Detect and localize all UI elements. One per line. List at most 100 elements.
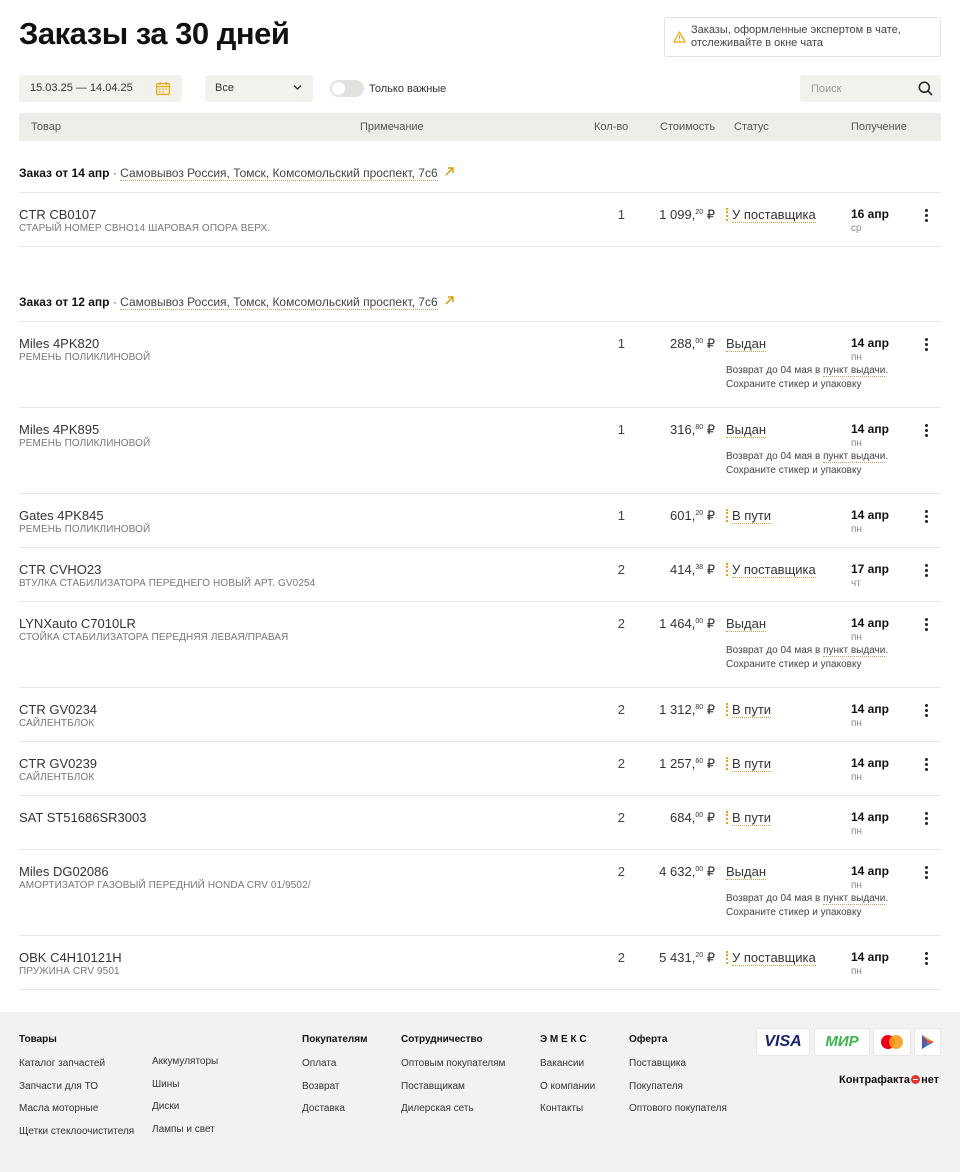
product-name[interactable]: CTR GV0239	[19, 756, 97, 771]
status[interactable]: В пути	[726, 756, 772, 772]
pickup-point-link[interactable]: пункт выдачи	[823, 893, 886, 905]
price-main: 1 257,	[659, 756, 696, 771]
price-main: 414,	[670, 562, 696, 577]
divider	[19, 935, 941, 936]
footer-link[interactable]: Возврат	[302, 1081, 368, 1104]
pickup-point-link[interactable]: пункт выдачи	[823, 645, 886, 657]
receive-weekday: пн	[851, 438, 862, 449]
currency: ₽	[703, 508, 715, 523]
currency: ₽	[703, 616, 715, 631]
footer-link[interactable]: Поставщика	[629, 1058, 727, 1081]
footer-link[interactable]: Диски	[152, 1101, 218, 1124]
pickup-address-link[interactable]: Самовывоз Россия, Томск, Комсомольский п…	[120, 295, 438, 310]
product-name[interactable]: OBK C4H10121H	[19, 950, 122, 965]
currency: ₽	[703, 810, 715, 825]
more-options-icon[interactable]	[917, 422, 937, 438]
product-name[interactable]: CTR GV0234	[19, 702, 97, 717]
footer-link[interactable]: Дилерская сеть	[401, 1103, 505, 1126]
pickup-point-link[interactable]: пункт выдачи	[823, 365, 886, 377]
footer-link[interactable]: Вакансии	[540, 1058, 595, 1081]
footer-link[interactable]: Шины	[152, 1079, 218, 1102]
footer-link[interactable]: Оплата	[302, 1058, 368, 1081]
return-deadline: Возврат до 04 мая в пункт выдачи.	[726, 450, 888, 464]
status[interactable]: У поставщика	[726, 950, 816, 966]
price: 1 257,60 ₽	[619, 756, 715, 772]
important-only-toggle[interactable]	[330, 80, 364, 97]
price-cents: 60	[695, 758, 704, 765]
return-hint: Сохраните стикер и упаковку	[726, 465, 862, 476]
footer-link[interactable]: Аккумуляторы	[152, 1056, 218, 1079]
search-input[interactable]: Поиск	[800, 75, 941, 102]
footer-link[interactable]: Запчасти для ТО	[19, 1081, 134, 1104]
more-options-icon[interactable]	[917, 336, 937, 352]
product-name[interactable]: LYNXauto C7010LR	[19, 616, 136, 631]
footer-link[interactable]: Покупателя	[629, 1081, 727, 1104]
product-note: РЕМЕНЬ ПОЛИКЛИНОВОЙ	[19, 524, 151, 535]
footer-link[interactable]: Оптового покупателя	[629, 1103, 727, 1126]
footer-link[interactable]: Доставка	[302, 1103, 368, 1126]
receive-weekday: пн	[851, 966, 862, 977]
footer-link[interactable]: Лампы и свет	[152, 1124, 218, 1147]
footer-link[interactable]: Щетки стеклоочистителя	[19, 1126, 134, 1149]
status[interactable]: Выдан	[726, 422, 767, 438]
order-date: Заказ от 14 апр	[19, 166, 110, 180]
return-info: Возврат до 04 мая в пункт выдачи. Сохрани…	[726, 450, 888, 478]
pickup-address-link[interactable]: Самовывоз Россия, Томск, Комсомольский п…	[120, 166, 438, 181]
price-main: 1 099,	[659, 207, 696, 222]
footer-link[interactable]: Масла моторные	[19, 1103, 134, 1126]
search-icon[interactable]	[918, 81, 933, 96]
more-options-icon[interactable]	[917, 864, 937, 880]
date-range-picker[interactable]: 15.03.25 — 14.04.25	[19, 75, 182, 102]
product-name[interactable]: Miles 4PK895	[19, 422, 99, 437]
return-deadline: Возврат до 04 мая в пункт выдачи.	[726, 892, 888, 906]
more-options-icon[interactable]	[917, 810, 937, 826]
product-name[interactable]: CTR CB0107	[19, 207, 96, 222]
receive-weekday: пн	[851, 352, 862, 363]
status[interactable]: У поставщика	[726, 562, 816, 578]
receive-date: 17 апр	[851, 562, 889, 576]
status[interactable]: Выдан	[726, 336, 767, 352]
return-info: Возврат до 04 мая в пункт выдачи. Сохрани…	[726, 364, 888, 392]
divider	[19, 321, 941, 322]
more-options-icon[interactable]	[917, 207, 937, 223]
external-link-icon[interactable]	[444, 166, 455, 180]
status[interactable]: Выдан	[726, 864, 767, 880]
footer-link[interactable]: Поставщикам	[401, 1081, 505, 1104]
more-options-icon[interactable]	[917, 508, 937, 524]
footer-link[interactable]: Контакты	[540, 1103, 595, 1126]
price-main: 1 464,	[659, 616, 696, 631]
status-filter-select[interactable]: Все	[205, 75, 313, 102]
status-pending-icon	[726, 811, 728, 824]
return-suffix: .	[885, 645, 889, 656]
footer-link[interactable]: Каталог запчастей	[19, 1058, 134, 1081]
more-options-icon[interactable]	[917, 562, 937, 578]
status-pending-icon	[726, 703, 728, 716]
price-cents: 80	[695, 704, 704, 711]
pickup-point-link[interactable]: пункт выдачи	[823, 451, 886, 463]
divider	[19, 192, 941, 193]
receive-date: 14 апр	[851, 702, 889, 716]
return-deadline: Возврат до 04 мая в пункт выдачи.	[726, 364, 888, 378]
status[interactable]: В пути	[726, 702, 772, 718]
status-label: Выдан	[726, 336, 767, 352]
currency: ₽	[703, 562, 715, 577]
product-name[interactable]: CTR CVHO23	[19, 562, 101, 577]
divider	[19, 687, 941, 688]
external-link-icon[interactable]	[444, 295, 455, 309]
more-options-icon[interactable]	[917, 756, 937, 772]
product-name[interactable]: Miles DG02086	[19, 864, 109, 879]
status[interactable]: Выдан	[726, 616, 767, 632]
more-options-icon[interactable]	[917, 702, 937, 718]
more-options-icon[interactable]	[917, 950, 937, 966]
product-name[interactable]: Miles 4PK820	[19, 336, 99, 351]
footer-heading-buyers: Покупателям	[302, 1034, 368, 1045]
product-name[interactable]: SAT ST51686SR3003	[19, 810, 146, 825]
footer-link[interactable]: Оптовым покупателям	[401, 1058, 505, 1081]
footer-link[interactable]: О компании	[540, 1081, 595, 1104]
more-options-icon[interactable]	[917, 616, 937, 632]
product-name[interactable]: Gates 4PK845	[19, 508, 104, 523]
status[interactable]: У поставщика	[726, 207, 816, 223]
footer-buyers-col: Покупателям Оплата Возврат Доставка	[302, 1034, 368, 1126]
status[interactable]: В пути	[726, 810, 772, 826]
status[interactable]: В пути	[726, 508, 772, 524]
